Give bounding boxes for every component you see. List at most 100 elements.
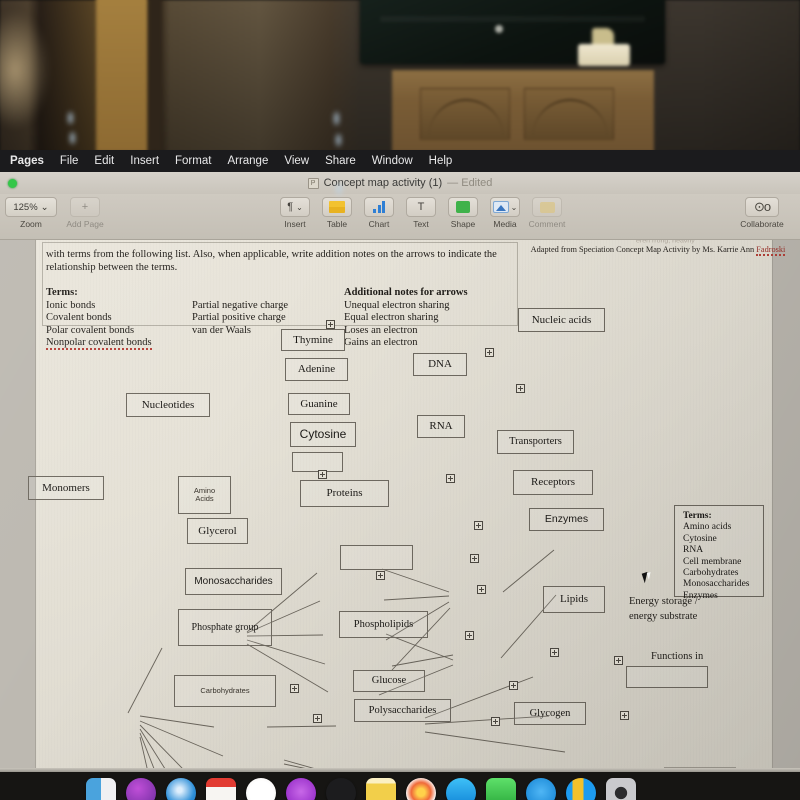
connector-handle[interactable] [313,714,322,723]
menu-item-pages[interactable]: Pages [6,155,52,167]
connector-handle[interactable] [376,571,385,580]
concept-box-proteins[interactable]: Proteins [300,480,389,507]
menu-item-file[interactable]: File [52,155,87,167]
chart-icon[interactable] [364,197,394,217]
text-control[interactable]: T Text [402,197,440,229]
dock-icon-safari[interactable] [166,778,196,800]
media-control[interactable]: ⌄ Media [486,197,524,229]
add-page-control[interactable]: + Add Page [62,197,108,229]
connector-handle[interactable] [620,711,629,720]
macos-dock[interactable] [0,772,800,800]
connector-handle[interactable] [326,320,335,329]
shape-icon[interactable] [448,197,478,217]
dock-icon-launchpad[interactable] [126,778,156,800]
menu-item-view[interactable]: View [276,155,317,167]
connector-handle[interactable] [614,656,623,665]
concept-box-glucose[interactable]: Glucose [353,670,425,692]
connector-handle[interactable] [491,717,500,726]
terms-bank-box[interactable]: Terms: Amino acids Cytosine RNA Cell mem… [674,505,764,601]
concept-box-guanine[interactable]: Guanine [288,393,350,415]
dock-icon-notes[interactable] [366,778,396,800]
dock-icon-finder[interactable] [86,778,116,800]
concept-box-monosaccharides[interactable]: Monosaccharides [185,568,282,595]
menu-item-format[interactable]: Format [167,155,219,167]
connector-handle[interactable] [509,681,518,690]
annotation-energy-substrate[interactable]: energy substrate [629,610,697,623]
dock-icon-podcasts[interactable] [286,778,316,800]
annotation-energy-storage[interactable]: Energy storage / [629,595,698,608]
connector-handle[interactable] [550,648,559,657]
connector-handle[interactable] [485,348,494,357]
connector-handle[interactable] [465,631,474,640]
menu-item-share[interactable]: Share [317,155,364,167]
annotation-functions-in[interactable]: Functions in [651,650,703,663]
concept-box-label: RNA [429,420,453,433]
table-icon[interactable] [322,197,352,217]
concept-box-carbohydrates[interactable]: Carbohydrates [174,675,276,707]
concept-box-adenine[interactable]: Adenine [285,358,348,381]
concept-box-enzymes[interactable]: Enzymes [529,508,604,531]
paragraph-icon[interactable]: ¶ ⌄ [280,197,310,217]
concept-box-blank-nuc[interactable] [292,452,343,472]
concept-box-receptors[interactable]: Receptors [513,470,593,495]
comment-control[interactable]: Comment [528,197,566,229]
concept-box-lipids[interactable]: Lipids [543,586,605,613]
concept-box-polysaccharides[interactable]: Polysaccharides [354,699,451,722]
concept-box-cytosine[interactable]: Cytosine [290,422,356,447]
plus-icon[interactable]: + [70,197,100,217]
connector-handle[interactable] [474,521,483,530]
dock-icon-music[interactable] [246,778,276,800]
concept-box-thymine[interactable]: Thymine [281,329,345,351]
dock-icon-mail[interactable] [446,778,476,800]
connector-handle[interactable] [477,585,486,594]
text-label: Text [413,219,429,229]
window-traffic-lights[interactable] [8,179,17,188]
media-icon[interactable]: ⌄ [490,197,520,217]
comment-icon[interactable] [532,197,562,217]
concept-box-glycerol[interactable]: Glycerol [187,518,248,544]
concept-box-nucleotides[interactable]: Nucleotides [126,393,210,417]
dock-icon-tv[interactable] [326,778,356,800]
dock-icon-system-preferences[interactable] [606,778,636,800]
collaborate-person-icon[interactable]: ⊙o [745,197,779,217]
chart-control[interactable]: Chart [360,197,398,229]
concept-box-monomers[interactable]: Monomers [28,476,104,500]
dock-icon-calendar[interactable] [206,778,236,800]
concept-box-phosphate-group[interactable]: Phosphate group [178,609,272,646]
dock-icon-photos[interactable] [406,778,436,800]
zoom-button[interactable]: 125% ⌄ [5,197,57,217]
concept-box-blank-lipid[interactable] [340,545,413,570]
table-control[interactable]: Table [318,197,356,229]
dock-icon-books[interactable] [566,778,596,800]
menu-item-window[interactable]: Window [364,155,421,167]
connector-handle[interactable] [290,684,299,693]
concept-box-blank-right-top[interactable] [626,666,708,688]
concept-box-amino-acids[interactable]: Amino Acids [178,476,231,514]
dock-icon-messages[interactable] [486,778,516,800]
document-page[interactable]: with terms from the following list. Also… [28,240,786,772]
window-zoom-button-green[interactable] [8,179,17,188]
insert-control[interactable]: ¶ ⌄ Insert [276,197,314,229]
concept-box-dna[interactable]: DNA [413,353,467,376]
collaborate-control[interactable]: ⊙o Collaborate [734,197,790,229]
connector-handle[interactable] [516,384,525,393]
connector-handle[interactable] [318,470,327,479]
menu-item-edit[interactable]: Edit [86,155,122,167]
concept-box-phospholipids[interactable]: Phospholipids [339,611,428,638]
concept-box-glycogen[interactable]: Glycogen [514,702,586,725]
connector-handle[interactable] [446,474,455,483]
shape-control[interactable]: Shape [444,197,482,229]
concept-box-nucleic-acids[interactable]: Nucleic acids [518,308,605,332]
terms-bank-item: Amino acids [683,522,732,533]
menu-item-arrange[interactable]: Arrange [219,155,276,167]
macos-menu-bar[interactable]: Pages File Edit Insert Format Arrange Vi… [0,150,800,172]
menu-item-insert[interactable]: Insert [122,155,167,167]
dock-icon-twitter[interactable] [526,778,556,800]
document-canvas[interactable]: with terms from the following list. Also… [0,240,800,772]
concept-box-rna[interactable]: RNA [417,415,465,438]
menu-item-help[interactable]: Help [421,155,461,167]
concept-box-transporters[interactable]: Transporters [497,430,574,454]
zoom-control[interactable]: 125% ⌄ Zoom [5,197,57,229]
text-icon[interactable]: T [406,197,436,217]
connector-handle[interactable] [470,554,479,563]
